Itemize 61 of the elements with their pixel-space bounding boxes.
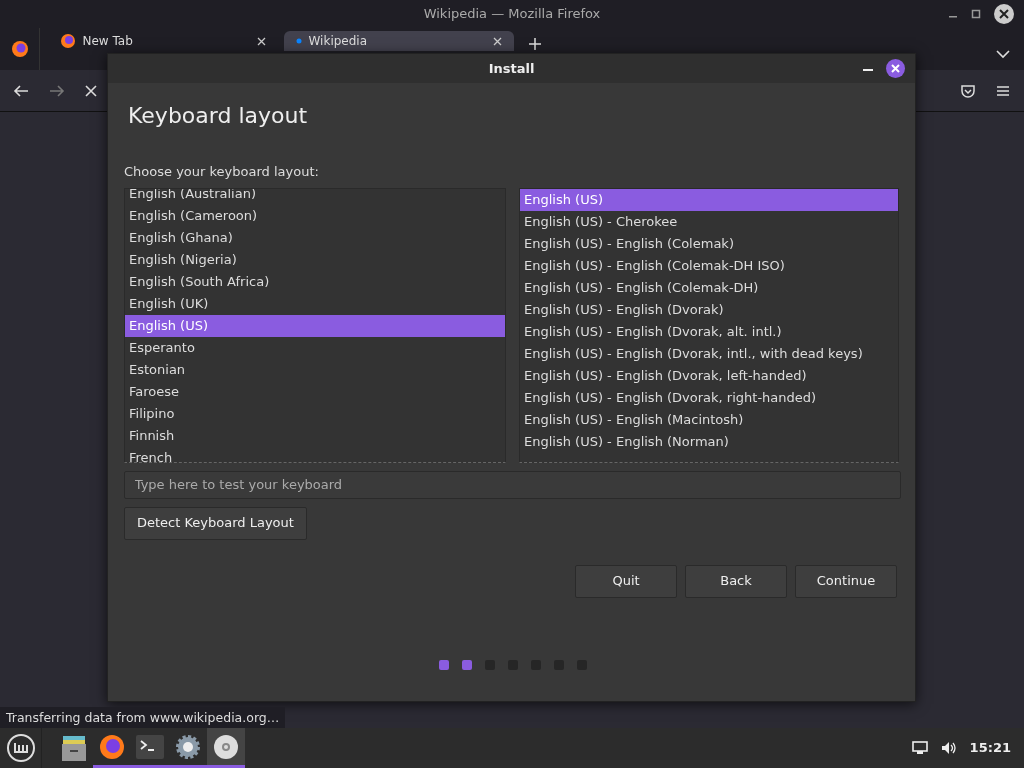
variant-item[interactable]: English (US) - English (Colemak-DH) xyxy=(520,276,898,299)
browser-tab[interactable]: New Tab xyxy=(48,31,278,51)
layout-item[interactable]: Esperanto xyxy=(125,336,505,359)
layout-item[interactable]: English (Ghana) xyxy=(125,226,505,249)
close-icon[interactable] xyxy=(994,4,1014,24)
variant-item[interactable]: English (US) - English (Dvorak, left-handed) xyxy=(520,364,898,387)
variant-item[interactable]: English (US) - Cherokee xyxy=(520,210,898,233)
stop-icon[interactable] xyxy=(84,83,98,98)
layout-item[interactable]: Estonian xyxy=(125,358,505,381)
close-icon[interactable] xyxy=(257,36,266,46)
variant-item[interactable]: English (US) - English (Dvorak) xyxy=(520,298,898,321)
dialog-title: Install xyxy=(488,59,535,78)
prompt-text: Choose your keyboard layout: xyxy=(124,163,320,181)
variant-item[interactable]: English (US) - English (Dvorak, alt. intl.) xyxy=(520,320,898,343)
firefox-icon xyxy=(60,33,76,49)
layout-item[interactable]: English (US) xyxy=(125,314,505,337)
chevron-down-icon[interactable] xyxy=(996,50,1010,59)
status-text: Transferring data from www.wikipedia.org… xyxy=(0,707,286,729)
layout-item[interactable]: Filipino xyxy=(125,402,505,425)
forward-arrow-icon[interactable] xyxy=(48,82,65,99)
pocket-icon[interactable] xyxy=(959,82,976,99)
layout-item[interactable]: English (UK) xyxy=(125,292,505,315)
dialog-button[interactable]: Continue xyxy=(795,564,897,598)
file-manager-icon[interactable] xyxy=(60,734,88,762)
layout-item[interactable]: Faroese xyxy=(125,380,505,403)
layout-item[interactable]: English (South Africa) xyxy=(125,270,505,293)
gear-icon[interactable] xyxy=(175,733,201,760)
close-icon[interactable] xyxy=(886,59,905,78)
dialog-button[interactable]: Quit xyxy=(575,564,677,598)
clock: 15:21 xyxy=(969,739,1011,758)
network-icon[interactable] xyxy=(911,741,928,755)
layout-item[interactable]: Finnish xyxy=(125,424,505,447)
variant-item[interactable]: English (US) - English (Dvorak, right-handed) xyxy=(520,386,898,409)
variant-item[interactable]: English (US) - English (Colemak-DH ISO) xyxy=(520,254,898,277)
window-title: Wikipedia — Mozilla Firefox xyxy=(423,5,601,24)
page-heading: Keyboard layout xyxy=(128,102,309,130)
close-icon[interactable] xyxy=(493,36,502,46)
variant-item[interactable]: English (US) - English (Norman) xyxy=(520,430,898,453)
new-tab-icon[interactable] xyxy=(528,36,542,51)
mint-logo-icon[interactable] xyxy=(5,733,36,763)
volume-icon[interactable] xyxy=(940,741,957,755)
browser-tab[interactable]: Wikipedia xyxy=(284,31,514,51)
variant-item[interactable]: English (US) xyxy=(520,188,898,211)
variant-item[interactable]: English (US) - English (Macintosh) xyxy=(520,408,898,431)
detect-button[interactable]: Detect Keyboard Layout xyxy=(124,506,307,540)
layout-item[interactable]: English (Australian) xyxy=(125,188,505,205)
maximize-icon[interactable] xyxy=(971,9,981,19)
layout-item[interactable]: English (Nigeria) xyxy=(125,248,505,271)
variant-item[interactable]: English (US) - English (Dvorak, intl., with dead keys) xyxy=(520,342,898,365)
layout-item[interactable]: French xyxy=(125,446,505,462)
back-arrow-icon[interactable] xyxy=(13,82,29,99)
dialog-button[interactable]: Back xyxy=(685,564,787,598)
minimize-icon[interactable] xyxy=(863,68,873,72)
firefox-icon[interactable] xyxy=(10,40,29,58)
variant-item[interactable]: English (US) - English (Colemak) xyxy=(520,232,898,255)
loading-dot-icon xyxy=(296,38,302,44)
layout-item[interactable]: English (Cameroon) xyxy=(125,204,505,227)
terminal-icon[interactable] xyxy=(136,734,164,759)
firefox-icon[interactable] xyxy=(98,732,126,761)
disc-icon[interactable] xyxy=(213,733,239,760)
test-field[interactable]: Type here to test your keyboard xyxy=(124,470,901,499)
